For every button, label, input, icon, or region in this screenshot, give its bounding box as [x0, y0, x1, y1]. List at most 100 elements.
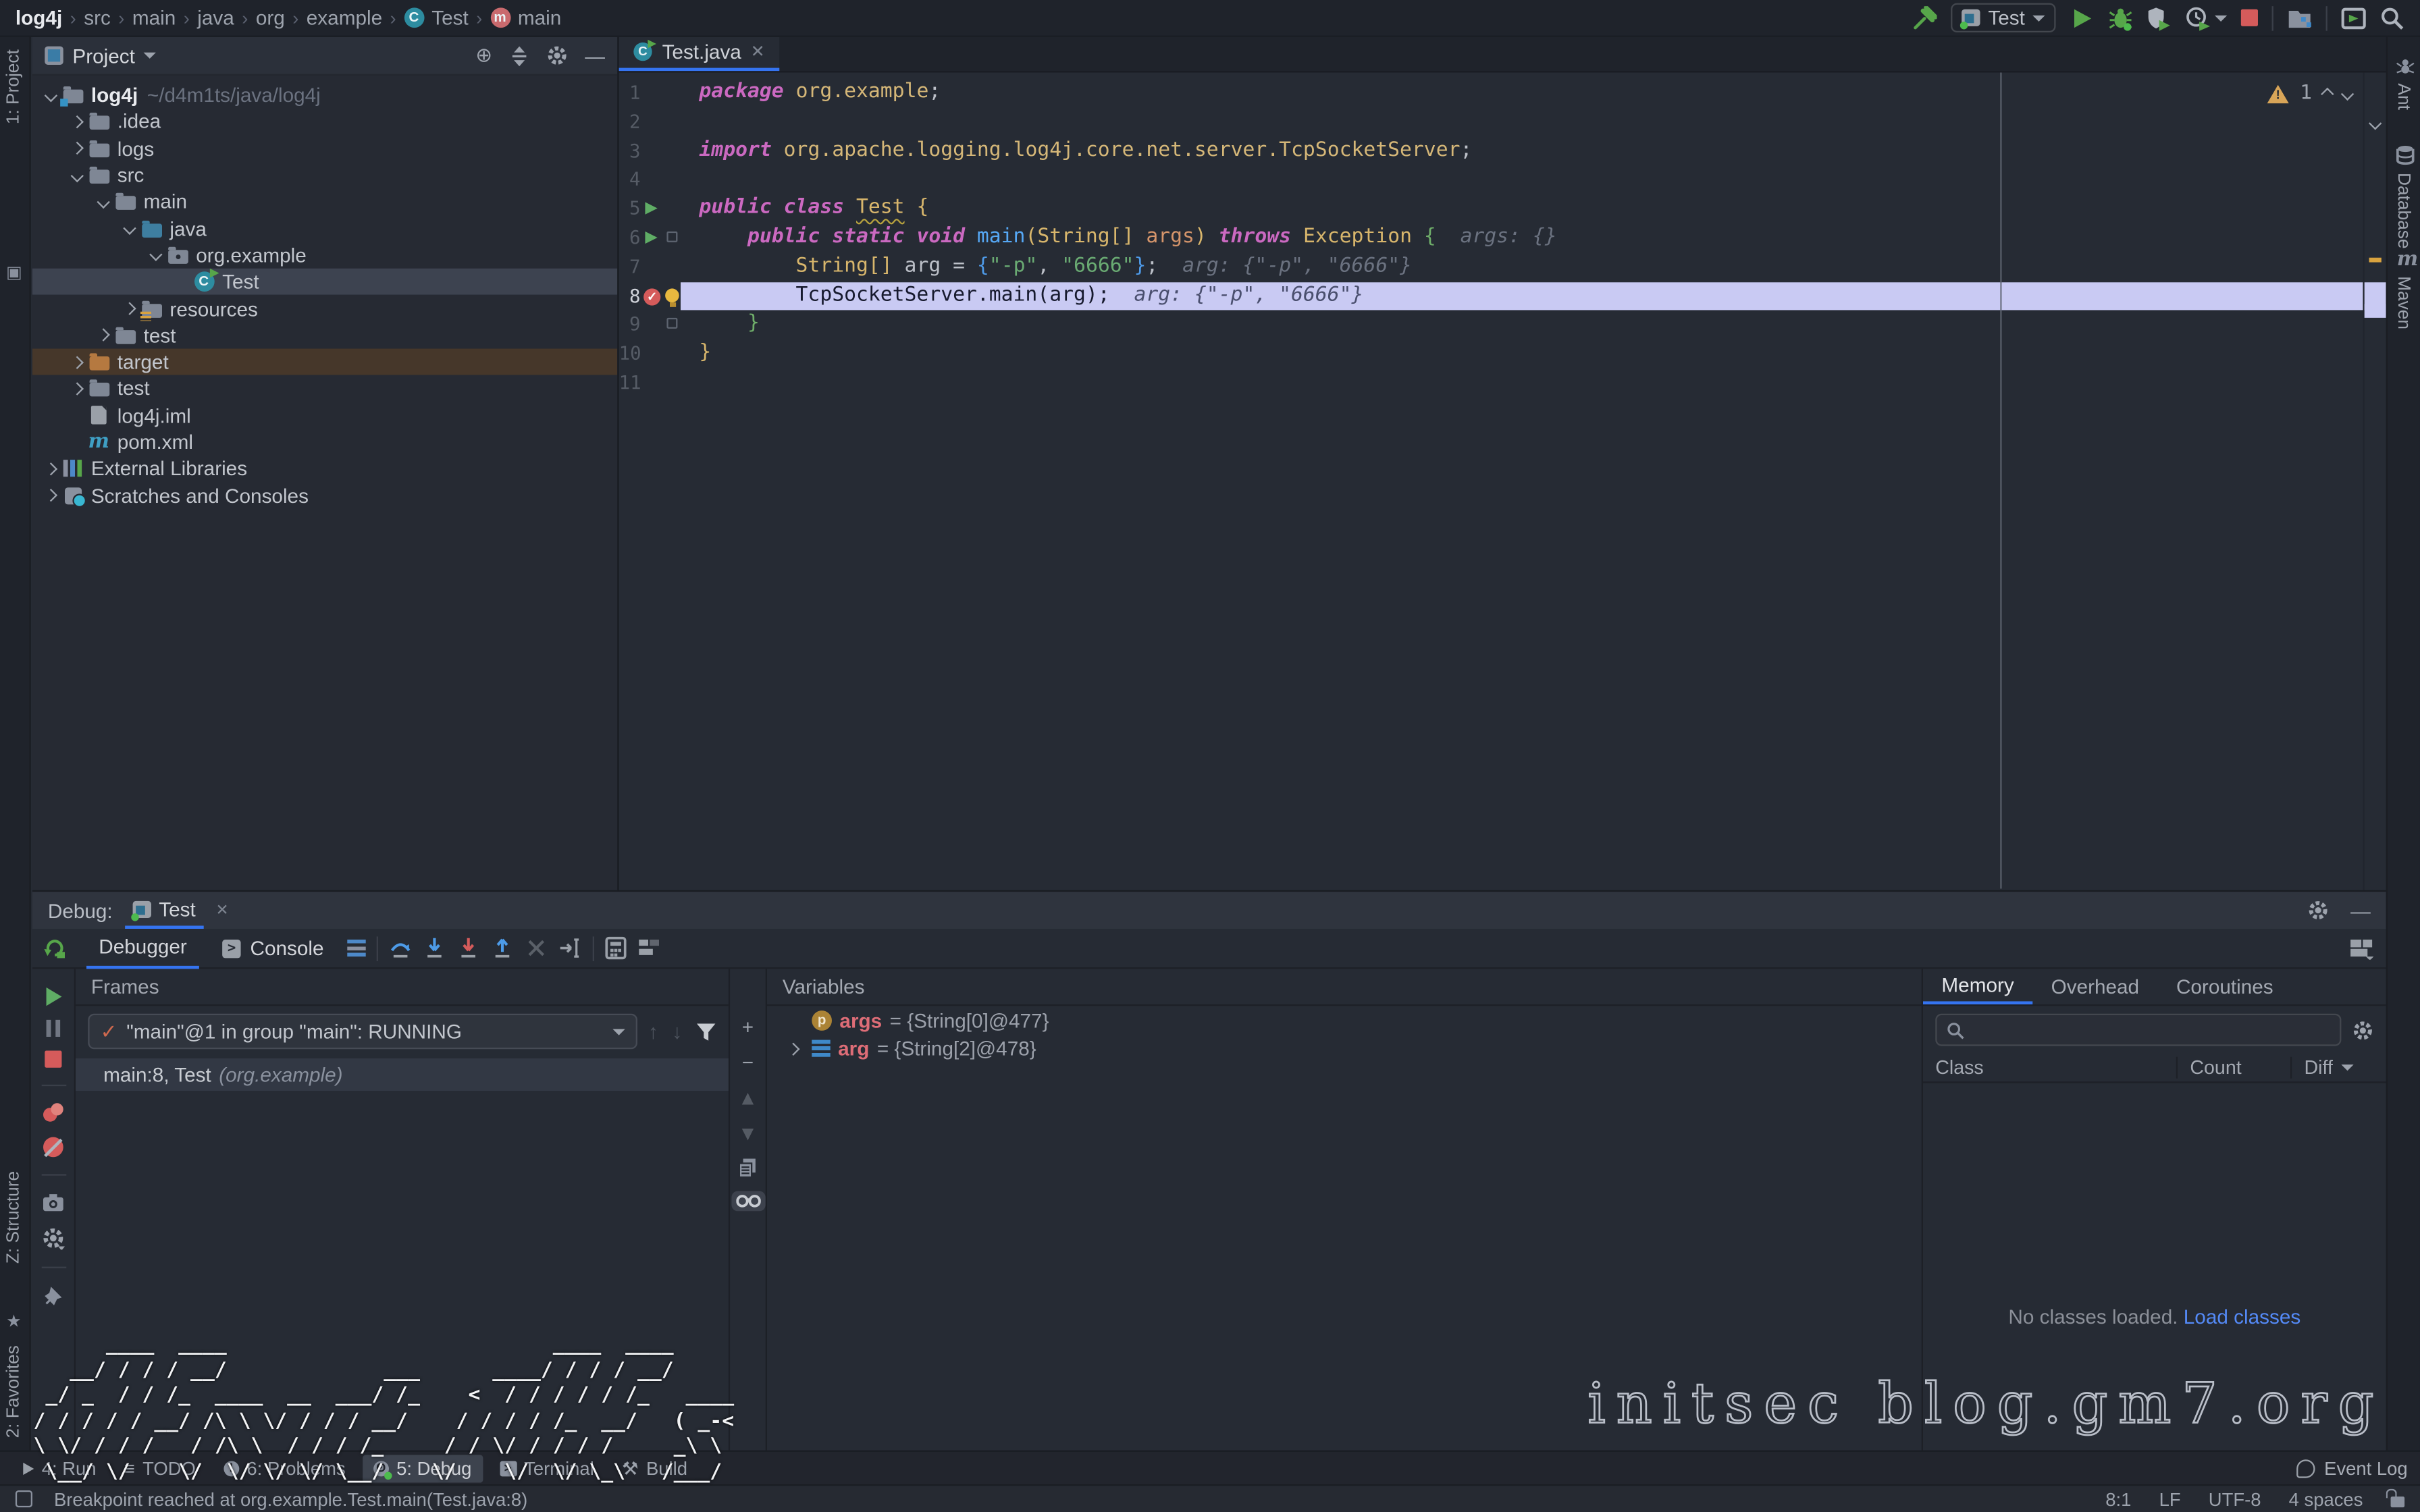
column-diff[interactable]: Diff — [2290, 1056, 2386, 1078]
tree-item-logs[interactable]: logs — [32, 135, 617, 162]
build-hammer-icon[interactable] — [1912, 5, 1937, 30]
tree-chevron-icon[interactable] — [38, 90, 61, 100]
toolwindow-button-ant[interactable]: Ant — [2394, 83, 2412, 109]
code-line-content[interactable] — [681, 165, 2386, 194]
breakpoint-icon[interactable]: ✓ — [643, 288, 660, 304]
layout-settings-icon[interactable] — [637, 938, 660, 959]
warning-stripe-mark[interactable] — [2369, 258, 2382, 263]
gutter-icons[interactable] — [641, 223, 664, 252]
breadcrumb-item-src[interactable]: src — [84, 6, 111, 29]
tree-chevron-icon[interactable] — [65, 117, 88, 127]
current-line-stripe-mark[interactable] — [2365, 304, 2388, 318]
tab-console[interactable]: >Console — [210, 928, 336, 968]
run-button[interactable] — [2070, 5, 2095, 30]
force-step-into-icon[interactable] — [456, 936, 479, 959]
remove-watch-icon[interactable]: − — [742, 1051, 754, 1074]
code-line-content[interactable] — [681, 108, 2386, 137]
code-line-content[interactable] — [681, 369, 2386, 398]
code-editor[interactable]: 1package org.example;23import org.apache… — [619, 72, 2386, 888]
toolwindow-button-todo[interactable]: ≡TODO — [113, 1454, 207, 1482]
code-line-6[interactable]: 6 public static void main(String[] args)… — [619, 223, 2386, 252]
breadcrumb-item-java[interactable]: java — [197, 6, 234, 29]
code-line-7[interactable]: 7 String[] arg = {"-p", "6666"}; arg: {"… — [619, 252, 2386, 281]
event-log-button[interactable]: Event Log — [2296, 1457, 2408, 1479]
toolwindow-button-6-problems[interactable]: !6: Problems — [213, 1454, 357, 1482]
tree-chevron-icon[interactable] — [38, 491, 61, 500]
indent-setting[interactable]: 4 spaces — [2289, 1488, 2363, 1510]
toolwindow-button-project[interactable]: 1: Project — [5, 49, 23, 124]
code-line-2[interactable]: 2 — [619, 108, 2386, 137]
tree-chevron-icon[interactable] — [91, 197, 114, 207]
fold-marker-icon[interactable] — [666, 232, 677, 242]
step-out-icon[interactable] — [490, 936, 513, 959]
code-line-11[interactable]: 11 — [619, 369, 2386, 398]
tree-item-pom-xml[interactable]: mpom.xml — [32, 429, 617, 456]
prev-frame-icon[interactable]: ↑ — [648, 1020, 658, 1043]
editor-tab-test-java[interactable]: C Test.java ✕ — [619, 36, 779, 72]
toolwindow-toggle-icon[interactable] — [16, 1490, 32, 1507]
tree-item-log4j-iml[interactable]: log4j.iml — [32, 402, 617, 429]
step-over-icon[interactable] — [389, 936, 412, 959]
mute-breakpoints-icon[interactable] — [43, 1137, 63, 1158]
tab-debugger[interactable]: Debugger — [86, 928, 199, 968]
rerun-icon[interactable] — [43, 936, 65, 959]
tab-overhead[interactable]: Overhead — [2032, 969, 2157, 1004]
resume-button[interactable] — [45, 988, 61, 1006]
toolwindow-button-favorites[interactable]: 2: Favorites — [5, 1345, 23, 1438]
evaluate-expression-icon[interactable] — [605, 936, 627, 959]
tree-chevron-icon[interactable] — [91, 331, 114, 340]
tree-chevron-icon[interactable] — [117, 304, 140, 313]
tree-item-test[interactable]: test — [32, 375, 617, 402]
move-watch-up-icon[interactable]: ▲ — [738, 1086, 758, 1109]
tree-item-main[interactable]: main — [32, 188, 617, 215]
debugger-settings-gear-icon[interactable] — [42, 1226, 65, 1249]
code-line-1[interactable]: 1package org.example; — [619, 79, 2386, 108]
stop-button[interactable] — [2241, 9, 2258, 26]
tree-item-org-example[interactable]: org.example — [32, 242, 617, 269]
tree-chevron-icon[interactable] — [117, 224, 140, 234]
thread-dump-camera-icon[interactable] — [42, 1193, 65, 1213]
breadcrumb-item-main[interactable]: main — [518, 6, 561, 29]
drop-frame-icon[interactable] — [525, 936, 548, 959]
code-line-content[interactable]: } — [681, 340, 2386, 369]
pin-icon[interactable] — [43, 1285, 63, 1307]
intention-bulb-icon[interactable] — [665, 288, 679, 302]
collapse-all-icon[interactable] — [509, 45, 529, 65]
pause-button[interactable] — [47, 1020, 61, 1037]
toolwindow-button-build[interactable]: ⚒Build — [611, 1454, 698, 1482]
variable-row-arg[interactable]: arg = {String[2]@478} — [767, 1035, 1922, 1063]
toolwindow-button-terminal[interactable]: >Terminal — [489, 1454, 605, 1482]
duplicate-watch-icon[interactable] — [738, 1157, 758, 1179]
profiler-button[interactable] — [2186, 5, 2228, 30]
code-line-10[interactable]: 10} — [619, 340, 2386, 369]
code-line-4[interactable]: 4 — [619, 165, 2386, 194]
tree-chevron-icon[interactable] — [65, 171, 88, 180]
code-line-content[interactable]: public static void main(String[] args) t… — [681, 223, 2386, 252]
tab-coroutines[interactable]: Coroutines — [2158, 969, 2292, 1004]
breadcrumb-item-org[interactable]: org — [256, 6, 285, 29]
breadcrumb-item-log4j[interactable]: log4j — [16, 6, 62, 29]
memory-settings-gear-icon[interactable] — [2352, 1019, 2373, 1041]
project-structure-icon[interactable] — [2287, 5, 2312, 30]
load-classes-link[interactable]: Load classes — [2184, 1305, 2300, 1328]
view-breakpoints-icon[interactable] — [43, 1103, 63, 1123]
tree-item-external-libraries[interactable]: External Libraries — [32, 456, 617, 483]
tree-item-scratches-and-consoles[interactable]: Scratches and Consoles — [32, 482, 617, 509]
tree-item-resources[interactable]: resources — [32, 295, 617, 322]
chevron-icon[interactable] — [783, 1044, 804, 1054]
tree-item-test[interactable]: CTest — [32, 269, 617, 296]
tree-chevron-icon[interactable] — [65, 357, 88, 367]
hide-panel-icon[interactable]: — — [585, 44, 605, 67]
run-to-cursor-icon[interactable] — [558, 936, 581, 959]
tree-item-src[interactable]: src — [32, 162, 617, 189]
code-line-5[interactable]: 5public class Test { — [619, 194, 2386, 223]
column-class[interactable]: Class — [1923, 1056, 2176, 1078]
add-watch-icon[interactable]: + — [742, 1015, 754, 1038]
code-line-8[interactable]: 8✓ TcpSocketServer.main(arg); arg: {"-p"… — [619, 281, 2386, 310]
next-frame-icon[interactable]: ↓ — [672, 1020, 682, 1043]
memory-search-input[interactable] — [1935, 1014, 2341, 1046]
hide-panel-icon[interactable]: — — [2350, 898, 2371, 921]
code-line-content[interactable]: } — [681, 310, 2386, 340]
run-line-icon[interactable] — [645, 202, 657, 215]
debug-session-tab[interactable]: Test — [125, 892, 203, 929]
